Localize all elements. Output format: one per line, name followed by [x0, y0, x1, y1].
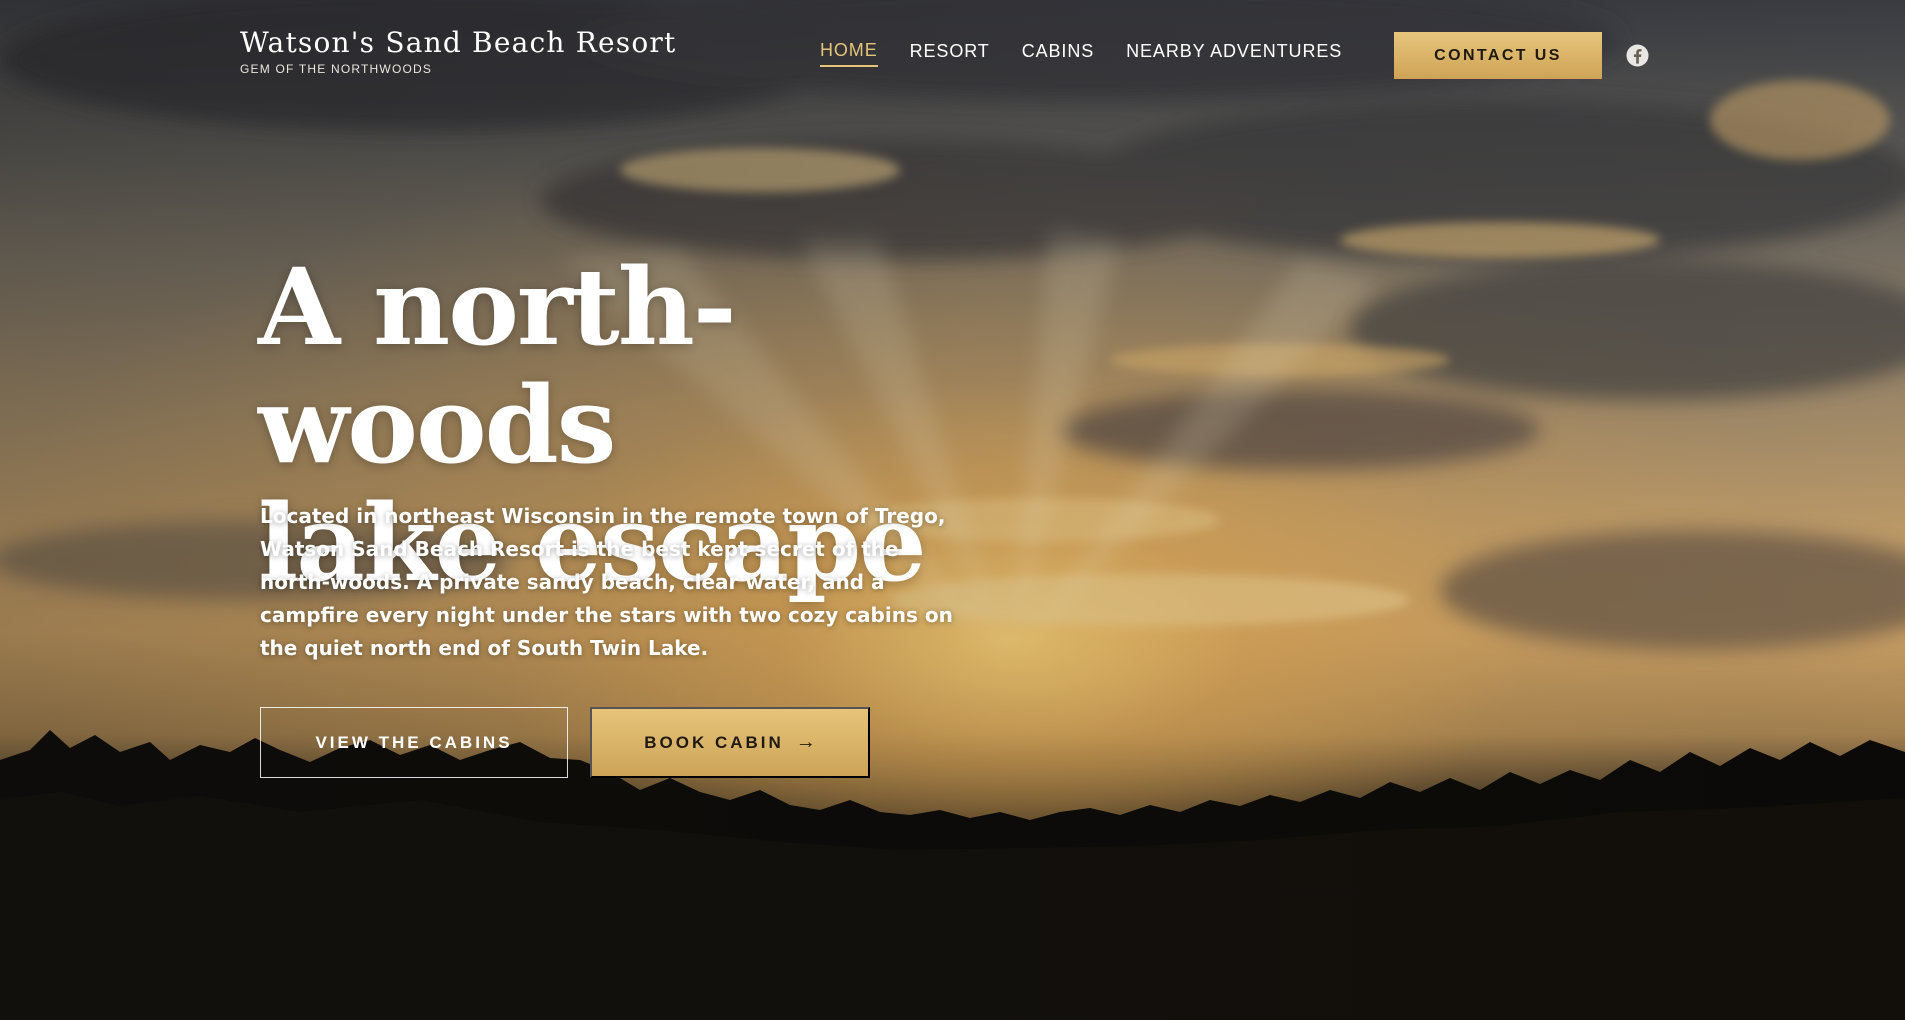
main-navigation: HOME RESORT CABINS NEARBY ADVENTURES [820, 40, 1374, 67]
arrow-right-icon: → [795, 731, 816, 753]
brand-title[interactable]: Watson's Sand Beach Resort [240, 27, 676, 59]
nav-item-cabins[interactable]: CABINS [1022, 41, 1094, 66]
facebook-icon[interactable] [1626, 44, 1649, 67]
site-header: Watson's Sand Beach Resort GEM OF THE NO… [0, 0, 1905, 110]
view-cabins-label: VIEW THE CABINS [315, 732, 513, 752]
contact-us-button[interactable]: CONTACT US [1394, 32, 1602, 79]
brand-logo[interactable]: Watson's Sand Beach Resort GEM OF THE NO… [240, 27, 676, 76]
book-cabin-button[interactable]: BOOK CABIN → [590, 707, 870, 778]
nav-item-home[interactable]: HOME [820, 40, 878, 67]
view-cabins-button[interactable]: VIEW THE CABINS [260, 707, 568, 778]
nav-item-nearby-adventures[interactable]: NEARBY ADVENTURES [1126, 41, 1342, 66]
hero-title-line-1: A north-woods [258, 244, 737, 487]
nav-item-resort[interactable]: RESORT [910, 41, 990, 66]
hero-description: Located in northeast Wisconsin in the re… [260, 504, 953, 660]
book-cabin-label: BOOK CABIN [644, 732, 784, 752]
brand-tagline: GEM OF THE NORTHWOODS [240, 61, 433, 76]
